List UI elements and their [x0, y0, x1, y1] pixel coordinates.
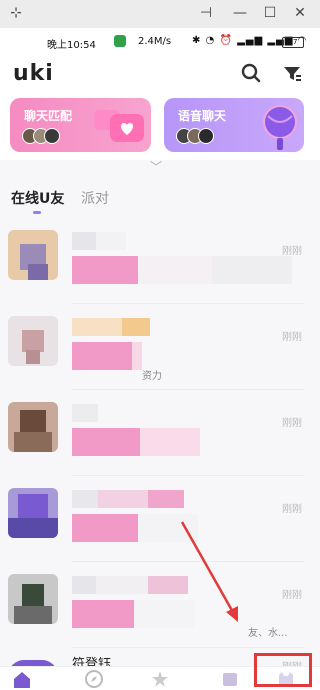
list-item[interactable]: 刚刚 — [0, 478, 320, 562]
voice-chat-card[interactable]: 语音聊天 — [164, 98, 304, 152]
feature-banners: 聊天匹配 语音聊天 — [0, 92, 320, 160]
contact-name — [72, 404, 98, 422]
message-time: 刚刚 — [282, 332, 302, 343]
contact-name — [72, 232, 126, 250]
voice-chat-title: 语音聊天 — [178, 109, 227, 123]
search-icon[interactable] — [240, 62, 262, 84]
microphone-icon — [263, 105, 297, 150]
filter-icon[interactable] — [281, 62, 303, 84]
home-icon[interactable] — [12, 669, 32, 689]
pin-icon[interactable]: ⊣ — [196, 4, 216, 22]
minimize-icon[interactable]: — — [230, 4, 250, 22]
avatar — [8, 574, 58, 624]
contact-name — [72, 490, 184, 508]
app-header: uki — [0, 56, 320, 92]
message-time: 刚刚 — [282, 246, 302, 257]
message-preview — [72, 256, 292, 284]
app-logo: uki — [13, 61, 54, 86]
avatar — [8, 488, 58, 538]
status-time: 晚上10:54 — [47, 40, 96, 51]
battery-icon: 77 — [282, 37, 304, 48]
avatar — [8, 316, 58, 366]
message-snippet: 友、水... — [248, 628, 288, 639]
list-item[interactable]: 刚刚 — [0, 220, 320, 304]
message-preview — [72, 428, 200, 456]
tab-indicator — [33, 211, 41, 214]
message-icon[interactable] — [220, 669, 240, 689]
tab-party[interactable]: 派对 — [81, 188, 109, 208]
close-icon[interactable]: ✕ — [290, 4, 310, 22]
status-bar: 晚上10:54 2.4M/s ✱ ◔ ⏰ ▂▄▆ ▂▄▆ ◠ 77 — [0, 28, 320, 56]
collapse-chevron-icon[interactable]: ﹀ — [150, 158, 162, 175]
message-snippet: 资力 — [142, 371, 162, 382]
tab-online-friends[interactable]: 在线U友 — [11, 188, 64, 208]
avatar — [8, 402, 58, 452]
list-item[interactable]: 资力 刚刚 — [0, 306, 320, 390]
contact-name — [72, 318, 150, 336]
list-item[interactable]: 刚刚 — [0, 392, 320, 476]
chat-bubble-heart-icon — [94, 110, 144, 142]
voice-chat-avatars — [176, 128, 214, 144]
contact-name — [72, 576, 188, 594]
network-speed: 2.4M/s — [138, 36, 172, 47]
chat-match-title: 聊天匹配 — [24, 109, 73, 123]
message-time: 刚刚 — [282, 418, 302, 429]
add-tab-icon[interactable]: ⊹ — [6, 4, 26, 22]
annotation-highlight-box — [254, 653, 312, 687]
message-time: 刚刚 — [282, 590, 302, 601]
message-time: 刚刚 — [282, 504, 302, 515]
annotation-arrow — [180, 521, 238, 622]
list-item[interactable]: 友、水... 刚刚 — [0, 564, 320, 648]
window-title-bar: ⊹ ⊣ — ☐ ✕ — [0, 0, 320, 29]
avatar — [8, 230, 58, 280]
compass-icon[interactable] — [84, 669, 104, 689]
maximize-icon[interactable]: ☐ — [260, 4, 280, 22]
star-icon[interactable] — [150, 669, 170, 689]
chat-match-card[interactable]: 聊天匹配 — [10, 98, 151, 152]
tab-bar: 在线U友 派对 — [0, 178, 320, 218]
message-preview — [72, 342, 142, 370]
vpn-icon — [114, 35, 126, 47]
chat-match-avatars — [22, 128, 60, 144]
